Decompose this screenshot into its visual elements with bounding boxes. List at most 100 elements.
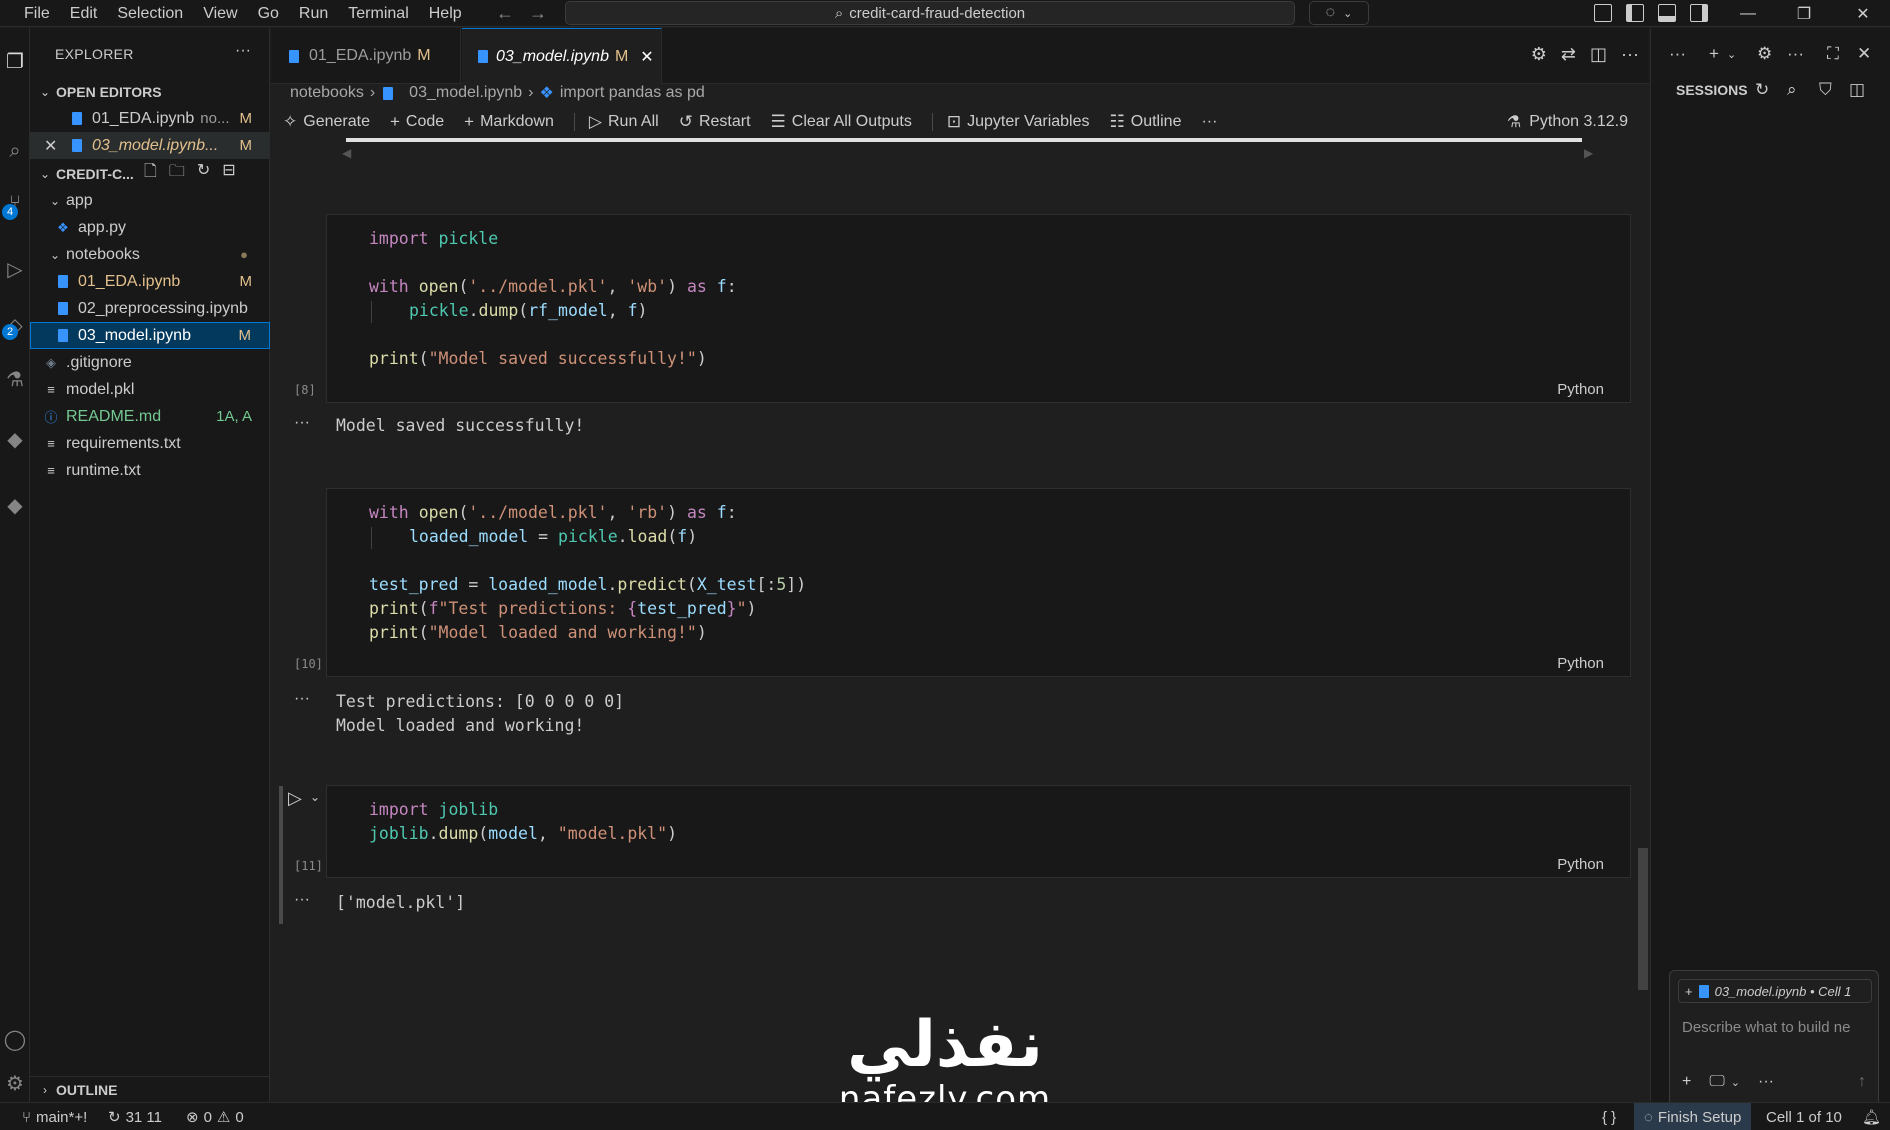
toolbar-more-icon[interactable]: ··· bbox=[1201, 113, 1217, 131]
menu-go[interactable]: Go bbox=[248, 0, 289, 27]
run-debug-icon[interactable]: ▷ bbox=[0, 254, 30, 284]
tab-01-eda[interactable]: 01_EDA.ipynb M bbox=[271, 28, 461, 84]
sync-status[interactable]: ↻ 31 11 bbox=[108, 1103, 162, 1130]
layout-icon[interactable]: ◫ bbox=[1849, 80, 1865, 100]
refresh-icon[interactable]: ↻ bbox=[197, 160, 210, 187]
close-panel-icon[interactable]: ✕ bbox=[1857, 44, 1871, 64]
cell-position-status[interactable]: Cell 1 of 10 bbox=[1766, 1103, 1842, 1130]
testing-flask-icon[interactable]: ⚗ bbox=[0, 364, 30, 394]
more-actions-icon[interactable]: ··· bbox=[1669, 44, 1686, 64]
output-more-icon[interactable]: ··· bbox=[294, 414, 310, 432]
refresh-icon[interactable]: ↻ bbox=[1755, 80, 1769, 100]
chat-input-box[interactable]: + 03_model.ipynb • Cell 1 Describe what … bbox=[1669, 970, 1879, 1112]
open-editor-item-active[interactable]: ✕ 03_model.ipynb... M bbox=[30, 132, 270, 159]
command-center-search[interactable]: ⌕ credit-card-fraud-detection bbox=[565, 1, 1295, 25]
jupyter-variables-button[interactable]: ⊡ Jupyter Variables bbox=[947, 112, 1090, 132]
search-icon[interactable]: ⌕ bbox=[0, 136, 30, 166]
scroll-right-icon[interactable]: ▶ bbox=[1584, 146, 1593, 160]
chat-context-chip[interactable]: + 03_model.ipynb • Cell 1 bbox=[1678, 979, 1872, 1003]
menu-edit[interactable]: Edit bbox=[60, 0, 108, 27]
menu-selection[interactable]: Selection bbox=[107, 0, 193, 27]
new-chat-plus-icon[interactable]: + bbox=[1709, 44, 1719, 64]
more-actions-icon[interactable]: ··· bbox=[235, 42, 251, 60]
tab-03-model[interactable]: 03_model.ipynb M ✕ bbox=[462, 28, 662, 84]
close-window-icon[interactable]: ✕ bbox=[1838, 0, 1888, 27]
tree-item-01-eda[interactable]: 01_EDA.ipynb M bbox=[30, 268, 270, 295]
toggle-panel-icon[interactable] bbox=[1658, 4, 1676, 22]
notifications-bell-icon[interactable]: 🔔︎ bbox=[1862, 1103, 1881, 1130]
language-braces-status[interactable]: { } bbox=[1602, 1103, 1616, 1130]
tree-item-app-py[interactable]: ❖ app.py bbox=[30, 214, 270, 241]
more-actions-icon[interactable]: ··· bbox=[1787, 44, 1804, 64]
notebook-settings-gear-icon[interactable]: ⚙ bbox=[1531, 44, 1547, 65]
close-tab-icon[interactable]: ✕ bbox=[640, 47, 653, 67]
outline-section[interactable]: › OUTLINE bbox=[30, 1076, 270, 1103]
customize-layout-icon[interactable] bbox=[1594, 4, 1612, 22]
run-all-button[interactable]: ▷ Run All bbox=[589, 112, 659, 132]
code-cell-active[interactable]: import joblib joblib.dump(model, "model.… bbox=[326, 785, 1631, 878]
project-section[interactable]: ⌄ CREDIT-C... 🗋 🗀 ↻ ⊟ bbox=[30, 160, 270, 187]
code-cell[interactable]: import pickle with open('../model.pkl', … bbox=[326, 214, 1631, 403]
clear-all-outputs-button[interactable]: ☰ Clear All Outputs bbox=[771, 112, 912, 132]
search-icon[interactable]: ⌕ bbox=[1787, 80, 1797, 100]
chevron-down-icon[interactable]: ⌄ bbox=[310, 790, 320, 804]
scroll-left-icon[interactable]: ◀ bbox=[342, 146, 351, 160]
tree-item-03-model[interactable]: 03_model.ipynb M bbox=[30, 322, 270, 349]
generate-button[interactable]: ✧ Generate bbox=[283, 112, 370, 132]
menu-run[interactable]: Run bbox=[289, 0, 338, 27]
add-context-plus-icon[interactable]: + bbox=[1682, 1073, 1691, 1091]
tree-item-02-preprocessing[interactable]: 02_preprocessing.ipynb bbox=[30, 295, 270, 322]
branch-status[interactable]: ⑂ main*+! bbox=[22, 1103, 87, 1130]
vertical-scrollbar[interactable] bbox=[1638, 848, 1648, 990]
restart-button[interactable]: ↺ Restart bbox=[679, 112, 751, 132]
tree-item-model-pkl[interactable]: ≡ model.pkl bbox=[30, 376, 270, 403]
back-arrow-icon[interactable]: ← bbox=[490, 3, 520, 24]
toggle-secondary-sidebar-icon[interactable] bbox=[1690, 4, 1708, 22]
menu-terminal[interactable]: Terminal bbox=[338, 0, 418, 27]
finish-setup-button[interactable]: ◌ Finish Setup bbox=[1634, 1103, 1752, 1130]
code-cell[interactable]: with open('../model.pkl', 'rb') as f: lo… bbox=[326, 488, 1631, 677]
more-actions-icon[interactable]: ··· bbox=[1621, 44, 1639, 65]
explorer-files-icon[interactable]: ❐ bbox=[0, 46, 30, 76]
restore-icon[interactable]: ❐ bbox=[1779, 0, 1829, 27]
menu-view[interactable]: View bbox=[193, 0, 247, 27]
send-arrow-icon[interactable]: ↑ bbox=[1858, 1073, 1866, 1091]
chevron-down-icon[interactable]: ⌄ bbox=[1731, 1076, 1740, 1091]
menu-file[interactable]: File bbox=[14, 0, 60, 27]
breadcrumb-folder[interactable]: notebooks bbox=[290, 84, 364, 102]
account-icon[interactable]: ◯ bbox=[0, 1024, 30, 1054]
horizontal-scrollbar[interactable] bbox=[346, 138, 1582, 142]
chat-input-placeholder[interactable]: Describe what to build ne bbox=[1682, 1019, 1872, 1036]
collapse-all-icon[interactable]: ⊟ bbox=[222, 160, 235, 187]
output-more-icon[interactable]: ··· bbox=[294, 891, 310, 909]
manage-gear-icon[interactable]: ⚙ bbox=[0, 1068, 30, 1098]
close-icon[interactable]: ✕ bbox=[44, 136, 64, 156]
python-env-icon[interactable]: ◆ bbox=[0, 490, 30, 520]
chevron-down-icon[interactable]: ⌄ bbox=[1727, 48, 1736, 61]
toggle-primary-sidebar-icon[interactable] bbox=[1626, 4, 1644, 22]
settings-gear-icon[interactable]: ⚙ bbox=[1757, 44, 1772, 64]
forward-arrow-icon[interactable]: → bbox=[523, 3, 553, 24]
python-icon[interactable]: ◆ bbox=[0, 424, 30, 454]
filter-icon[interactable]: ⛉ bbox=[1819, 80, 1832, 100]
outline-button[interactable]: ☷ Outline bbox=[1110, 112, 1182, 132]
tree-item-runtime[interactable]: ≡ runtime.txt bbox=[30, 457, 270, 484]
maximize-icon[interactable]: ⛶ bbox=[1827, 44, 1839, 64]
cell-language-label[interactable]: Python bbox=[1557, 655, 1604, 672]
tree-item-readme[interactable]: ⓘ README.md 1A, A bbox=[30, 403, 270, 430]
open-editors-section[interactable]: ⌄ OPEN EDITORS bbox=[30, 78, 270, 105]
copilot-button[interactable]: ◌ ⌄ bbox=[1309, 1, 1369, 25]
tree-item-requirements[interactable]: ≡ requirements.txt bbox=[30, 430, 270, 457]
more-tools-icon[interactable]: ··· bbox=[1758, 1073, 1774, 1091]
minimize-icon[interactable]: — bbox=[1723, 0, 1773, 27]
kernel-picker[interactable]: ⚗ Python 3.12.9 bbox=[1507, 112, 1628, 132]
menu-help[interactable]: Help bbox=[419, 0, 472, 27]
run-cell-icon[interactable]: ▷ bbox=[288, 788, 302, 809]
add-code-cell-button[interactable]: + Code bbox=[390, 112, 444, 132]
tree-item-gitignore[interactable]: ◈ .gitignore bbox=[30, 349, 270, 376]
tree-item-notebooks[interactable]: ⌄ notebooks ● bbox=[30, 241, 270, 268]
split-editor-icon[interactable]: ◫ bbox=[1590, 44, 1607, 65]
tree-item-app[interactable]: ⌄ app bbox=[30, 187, 270, 214]
breadcrumb-file[interactable]: 03_model.ipynb bbox=[409, 84, 522, 102]
cell-language-label[interactable]: Python bbox=[1557, 381, 1604, 398]
